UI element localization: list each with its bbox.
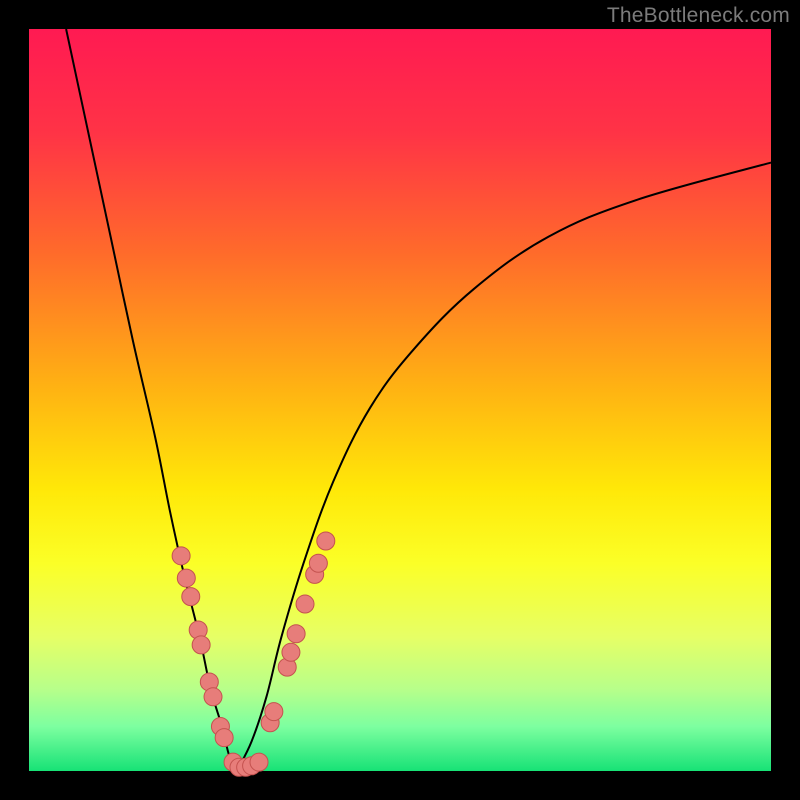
watermark-text: TheBottleneck.com <box>607 4 790 28</box>
plot-area <box>29 29 771 771</box>
chart-frame: TheBottleneck.com <box>0 0 800 800</box>
